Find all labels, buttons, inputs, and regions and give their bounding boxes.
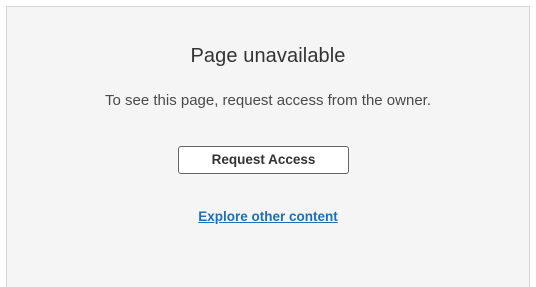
explore-link-container: Explore other content [7, 209, 529, 224]
page-title: Page unavailable [190, 45, 346, 67]
access-message: To see this page, request access from th… [104, 92, 431, 109]
request-access-button[interactable]: Request Access [178, 146, 349, 174]
page-unavailable-panel: Page unavailable To see this page, reque… [6, 6, 530, 287]
explore-other-content-link[interactable]: Explore other content [198, 209, 338, 224]
